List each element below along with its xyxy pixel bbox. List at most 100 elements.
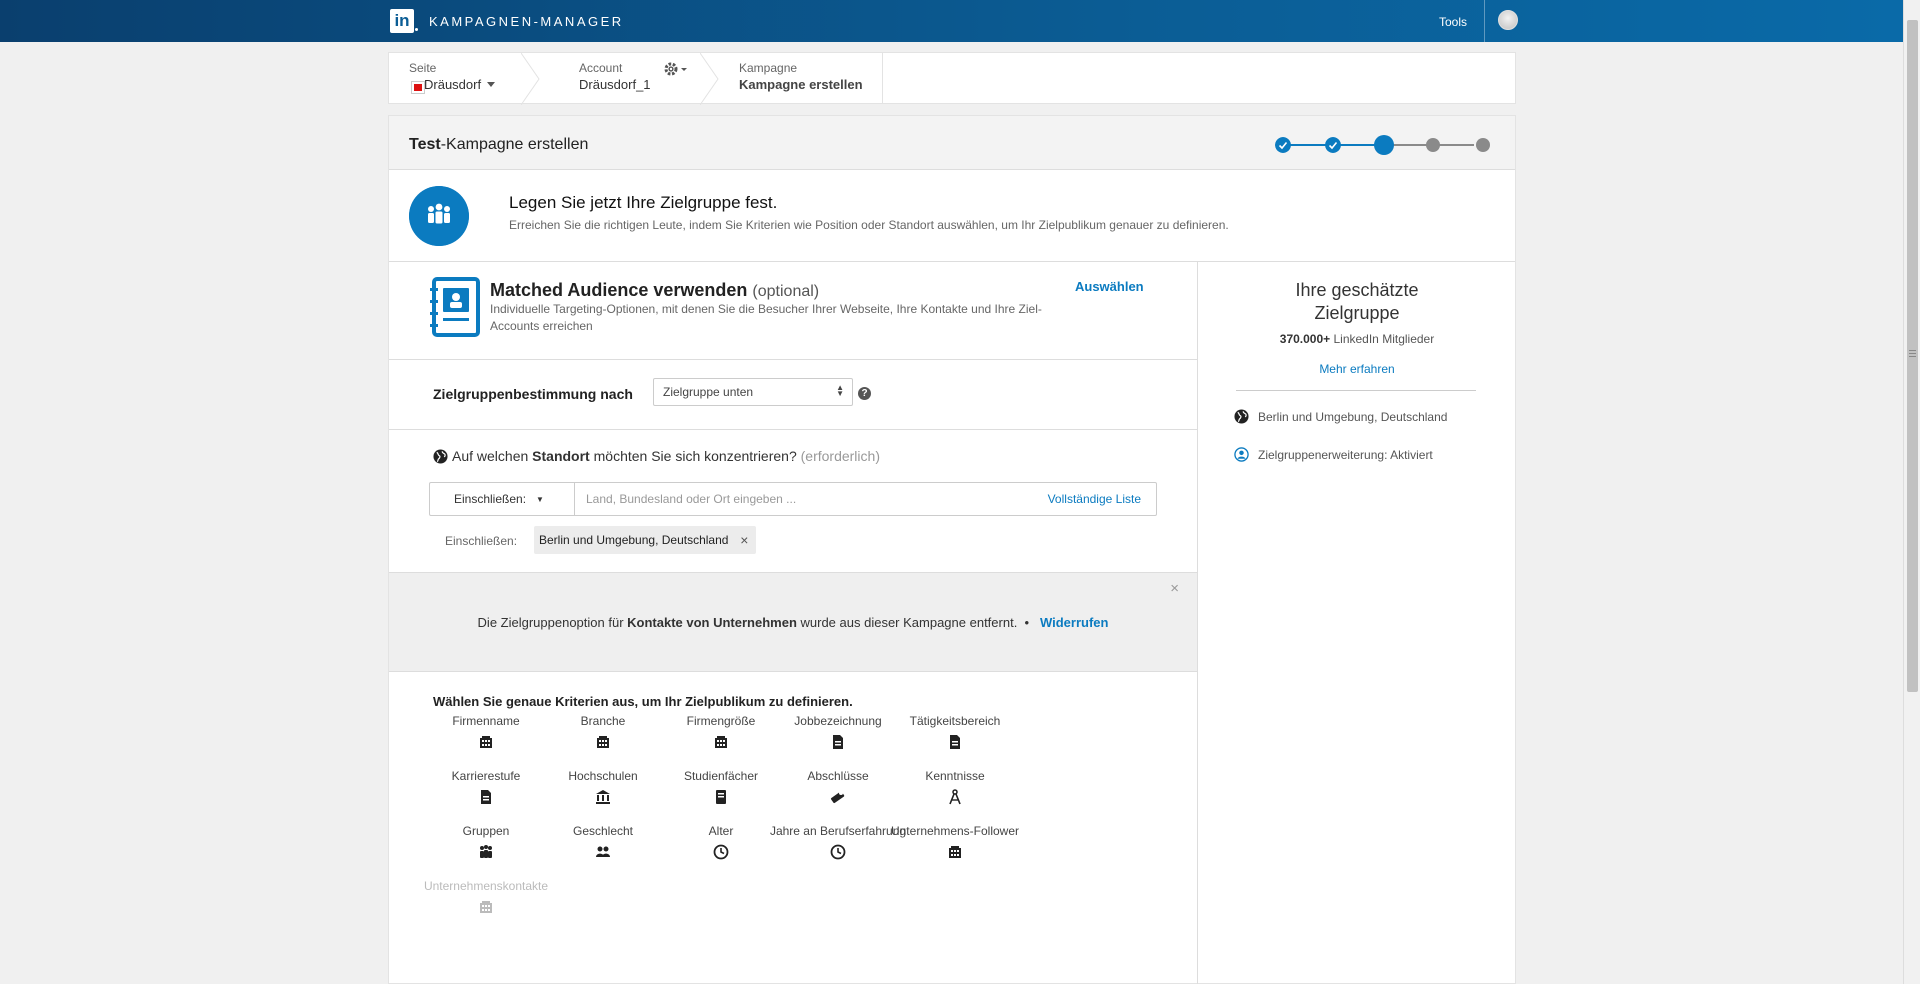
- estimate-divider: [1236, 390, 1476, 391]
- close-icon[interactable]: ×: [1170, 580, 1179, 597]
- crumb-account-value: Dräusdorf_1: [579, 77, 651, 92]
- step-1-done-icon[interactable]: [1275, 137, 1291, 153]
- campaign-card: Test-Kampagne erstellen Legen Sie jetzt …: [388, 115, 1516, 984]
- document-icon: [481, 790, 491, 804]
- compass-icon: [949, 789, 961, 805]
- scrollbar-grip-icon: [1909, 350, 1916, 358]
- expansion-label: Zielgruppenerweiterung:: [1258, 448, 1388, 462]
- top-bar: in KAMPAGNEN-MANAGER Tools: [0, 0, 1903, 42]
- intro-title: Legen Sie jetzt Ihre Zielgruppe fest.: [509, 193, 778, 212]
- estimate-location-text: Berlin und Umgebung, Deutschland: [1258, 410, 1448, 424]
- clock-icon: [830, 844, 846, 860]
- clock-icon: [713, 844, 729, 860]
- crumb-end-divider: [882, 53, 883, 103]
- targeting-mode-select[interactable]: Zielgruppe unten ▲ ▼: [653, 378, 853, 406]
- card-header: Test-Kampagne erstellen: [389, 116, 1515, 170]
- crumb-separator-1: [521, 53, 540, 105]
- progress-stepper: [1274, 135, 1490, 155]
- book-icon: [716, 790, 726, 804]
- matched-audience-description: Individuelle Targeting-Optionen, mit den…: [490, 302, 1042, 333]
- building-icon: [597, 736, 609, 748]
- notice-suffix: wurde aus dieser Kampagne entfernt.: [796, 615, 1018, 630]
- criteria-item[interactable]: Kenntnisse: [885, 769, 1025, 805]
- included-location-chip: Berlin und Umgebung, Deutschland ×: [534, 526, 757, 554]
- crumb-separator-2: [700, 53, 719, 105]
- criteria-item[interactable]: Unternehmens-Follower: [885, 824, 1025, 860]
- building-icon: [715, 736, 727, 748]
- targeting-column: Matched Audience verwenden (optional) In…: [389, 262, 1197, 984]
- criteria-item: Unternehmenskontakte: [416, 879, 556, 915]
- audience-estimate-panel: Ihre geschätzte Zielgruppe 370.000+ Linke…: [1197, 262, 1515, 984]
- location-q-prefix: Auf welchen: [452, 448, 533, 464]
- page-title: Test-Kampagne erstellen: [409, 136, 588, 154]
- notice-prefix: Die Zielgruppenoption für: [477, 615, 628, 630]
- help-icon[interactable]: ?: [858, 387, 871, 400]
- building-icon: [480, 901, 492, 913]
- criteria-item-label: Unternehmens-Follower: [890, 824, 1020, 838]
- targeting-mode-row: Zielgruppenbestimmung nach Zielgruppe un…: [389, 360, 1197, 430]
- page-flag-icon: [412, 82, 424, 93]
- group-icon: [480, 845, 492, 858]
- criteria-item-label: Unternehmenskontakte: [423, 879, 549, 893]
- include-mode-dropdown[interactable]: Einschließen: ▼: [430, 483, 575, 515]
- estimate-count: 370.000+ LinkedIn Mitglieder: [1198, 332, 1516, 346]
- tools-menu[interactable]: Tools: [1439, 15, 1467, 29]
- user-expansion-icon: [1234, 447, 1249, 462]
- globe-icon: [1234, 409, 1249, 424]
- linkedin-logo-icon[interactable]: in: [390, 9, 414, 33]
- document-icon: [833, 735, 843, 749]
- expansion-value: Aktiviert: [1390, 448, 1433, 462]
- gear-icon[interactable]: [663, 61, 689, 77]
- location-search-input[interactable]: [586, 483, 1006, 515]
- removed-option-notice: × Die Zielgruppenoption für Kontakte von…: [389, 572, 1197, 672]
- crumb-campaign-label: Kampagne: [739, 61, 798, 75]
- learn-more-link[interactable]: Mehr erfahren: [1198, 362, 1516, 376]
- chevron-down-icon: [487, 82, 496, 88]
- select-matched-audience-link[interactable]: Auswählen: [1075, 279, 1144, 294]
- page-scrollbar[interactable]: [1903, 0, 1920, 984]
- location-question: Auf welchen Standort möchten Sie sich ko…: [433, 448, 880, 464]
- location-field: Einschließen: ▼ Vollständige Liste: [429, 482, 1157, 516]
- crumb-page-label: Seite: [409, 61, 437, 75]
- app-title[interactable]: KAMPAGNEN-MANAGER: [429, 14, 624, 29]
- estimate-expansion: Zielgruppenerweiterung: Aktiviert: [1234, 447, 1433, 462]
- notice-bold: Kontakte von Unternehmen: [627, 615, 797, 630]
- estimate-location: Berlin und Umgebung, Deutschland: [1234, 409, 1447, 424]
- full-list-link[interactable]: Vollständige Liste: [1048, 492, 1141, 506]
- estimate-title-line2: Zielgruppe: [1314, 303, 1400, 323]
- crumb-campaign: Kampagne Kampagne erstellen: [739, 61, 863, 94]
- institution-icon: [596, 790, 610, 804]
- title-bold: Test: [409, 136, 441, 153]
- globe-icon: [433, 449, 448, 464]
- breadcrumb: Seite Dräusdorf Account Dräusdorf_1 Kamp…: [388, 52, 1516, 105]
- estimate-title: Ihre geschätzte Zielgruppe: [1198, 279, 1516, 325]
- step-4: [1426, 138, 1440, 152]
- select-arrows-icon: ▲ ▼: [836, 383, 844, 398]
- undo-link[interactable]: Widerrufen: [1040, 615, 1109, 630]
- step-2-done-icon[interactable]: [1325, 137, 1341, 153]
- avatar[interactable]: [1498, 10, 1518, 30]
- crumb-page-value: Dräusdorf: [424, 77, 482, 92]
- targeting-mode-label: Zielgruppenbestimmung nach: [433, 386, 633, 402]
- logo-dot: [415, 28, 418, 31]
- criteria-item[interactable]: Tätigkeitsbereich: [885, 714, 1025, 750]
- building-icon: [480, 736, 492, 748]
- notice-bullet: •: [1024, 615, 1030, 630]
- include-mode-label: Einschließen:: [454, 492, 527, 506]
- title-rest: -Kampagne erstellen: [440, 136, 589, 153]
- building-icon: [949, 846, 961, 858]
- step-3-current[interactable]: [1374, 135, 1394, 155]
- targeting-mode-value: Zielgruppe unten: [663, 385, 754, 399]
- people-icon: [596, 846, 610, 857]
- audience-group-icon: [409, 186, 469, 246]
- notice-text: Die Zielgruppenoption für Kontakte von U…: [389, 615, 1197, 630]
- crumb-account[interactable]: Account Dräusdorf_1: [579, 61, 651, 94]
- location-q-suffix: möchten Sie sich konzentrieren?: [589, 448, 797, 464]
- step-5: [1476, 138, 1490, 152]
- contact-book-icon: [430, 277, 480, 337]
- matched-title-text: Matched Audience verwenden: [490, 280, 748, 300]
- included-label: Einschließen:: [445, 534, 518, 548]
- chip-remove-icon[interactable]: ×: [740, 526, 748, 554]
- topbar-divider: [1484, 0, 1485, 42]
- location-required: (erforderlich): [800, 448, 880, 464]
